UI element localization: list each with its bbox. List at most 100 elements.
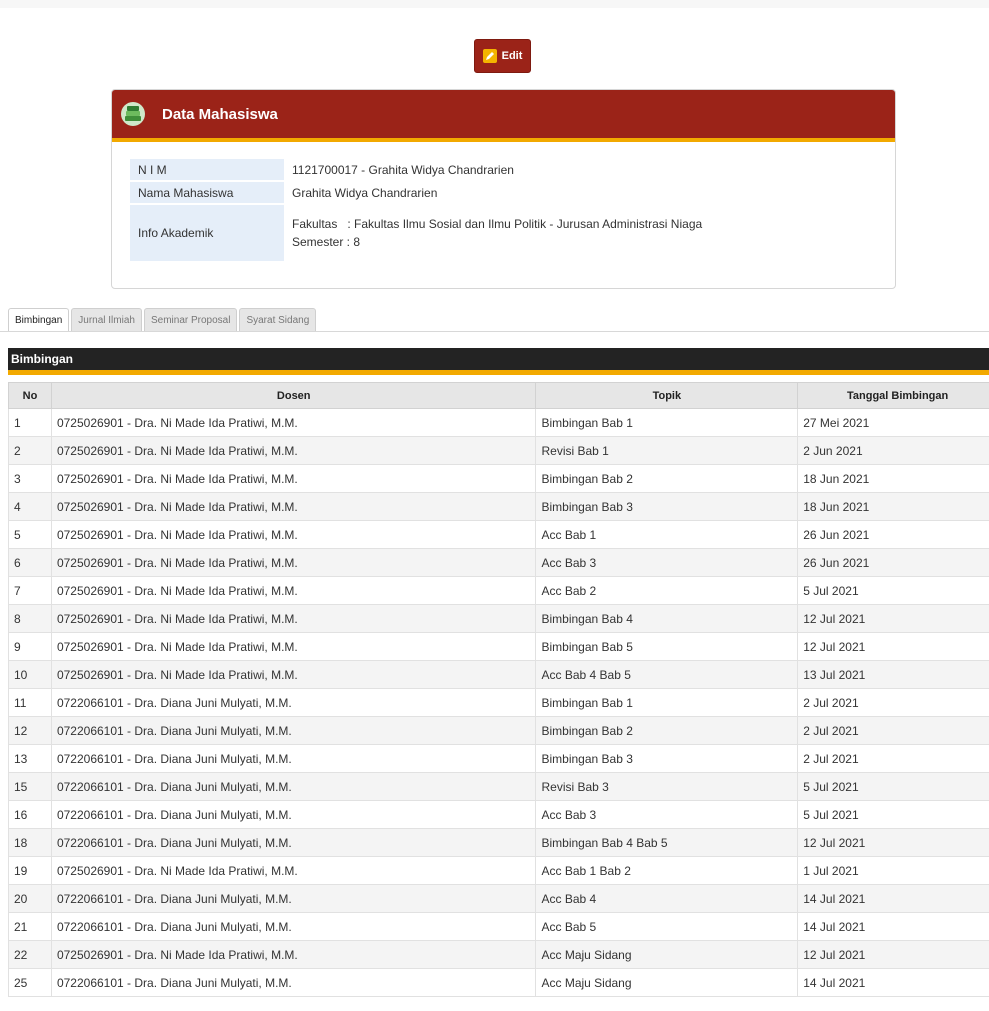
- cell-no: 18: [8, 828, 52, 857]
- tab-bimbingan[interactable]: Bimbingan: [8, 308, 70, 332]
- tab-jurnal-ilmiah[interactable]: Jurnal Ilmiah: [71, 308, 142, 332]
- cell-topik: Revisi Bab 1: [535, 436, 799, 465]
- cell-dosen: 0722066101 - Dra. Diana Juni Mulyati, M.…: [50, 968, 537, 997]
- edit-button-wrap: Edit: [0, 39, 989, 73]
- table-row: 2 0725026901 - Dra. Ni Made Ida Pratiwi, …: [8, 436, 989, 465]
- cell-dosen: 0725026901 - Dra. Ni Made Ida Pratiwi, M…: [50, 856, 537, 885]
- table-row: 12 0722066101 - Dra. Diana Juni Mulyati, …: [8, 716, 989, 745]
- cell-tanggal: 12 Jul 2021: [797, 604, 989, 633]
- cell-no: 20: [8, 884, 52, 913]
- cell-tanggal: 18 Jun 2021: [797, 492, 989, 521]
- cell-tanggal: 18 Jun 2021: [797, 464, 989, 493]
- cell-dosen: 0722066101 - Dra. Diana Juni Mulyati, M.…: [50, 828, 537, 857]
- panel-title: Data Mahasiswa: [162, 105, 278, 123]
- tabs-divider: [0, 331, 989, 332]
- cell-topik: Acc Bab 3: [535, 548, 799, 577]
- cell-topik: Acc Bab 3: [535, 800, 799, 829]
- edit-button-label: Edit: [501, 50, 523, 62]
- table-row: 22 0725026901 - Dra. Ni Made Ida Pratiwi,…: [8, 940, 989, 969]
- cell-tanggal: 5 Jul 2021: [797, 772, 989, 801]
- section-accent-bar: [8, 370, 989, 375]
- table-row: 19 0725026901 - Dra. Ni Made Ida Pratiwi,…: [8, 856, 989, 885]
- cell-tanggal: 12 Jul 2021: [797, 632, 989, 661]
- panel-header: Data Mahasiswa: [112, 90, 895, 142]
- cell-tanggal: 14 Jul 2021: [797, 968, 989, 997]
- edit-button[interactable]: Edit: [473, 39, 532, 73]
- student-data-panel: Data Mahasiswa N I M 1121700017 - Grahit…: [111, 89, 896, 289]
- cell-no: 12: [8, 716, 52, 745]
- fakultas-line: Fakultas : Fakultas Ilmu Sosial dan Ilmu…: [292, 217, 703, 231]
- cell-tanggal: 26 Jun 2021: [797, 520, 989, 549]
- cell-topik: Acc Bab 1 Bab 2: [535, 856, 799, 885]
- table-row: 11 0722066101 - Dra. Diana Juni Mulyati, …: [8, 688, 989, 717]
- cell-topik: Acc Bab 2: [535, 576, 799, 605]
- cell-dosen: 0722066101 - Dra. Diana Juni Mulyati, M.…: [50, 688, 537, 717]
- header-no: No: [8, 382, 52, 409]
- info-akademik-label: Info Akademik: [130, 205, 284, 261]
- cell-tanggal: 12 Jul 2021: [797, 828, 989, 857]
- cell-dosen: 0722066101 - Dra. Diana Juni Mulyati, M.…: [50, 772, 537, 801]
- cell-topik: Bimbingan Bab 2: [535, 716, 799, 745]
- header-dosen: Dosen: [50, 382, 537, 409]
- cell-topik: Acc Bab 5: [535, 912, 799, 941]
- cell-no: 19: [8, 856, 52, 885]
- cell-topik: Bimbingan Bab 1: [535, 408, 799, 437]
- cell-topik: Bimbingan Bab 4 Bab 5: [535, 828, 799, 857]
- cell-no: 8: [8, 604, 52, 633]
- cell-dosen: 0725026901 - Dra. Ni Made Ida Pratiwi, M…: [50, 576, 537, 605]
- cell-tanggal: 14 Jul 2021: [797, 884, 989, 913]
- cell-topik: Bimbingan Bab 4: [535, 604, 799, 633]
- student-info-table: N I M 1121700017 - Grahita Widya Chandra…: [130, 157, 710, 263]
- nim-label: N I M: [130, 159, 284, 180]
- table-row: 3 0725026901 - Dra. Ni Made Ida Pratiwi, …: [8, 464, 989, 493]
- cell-tanggal: 2 Jun 2021: [797, 436, 989, 465]
- header-topik: Topik: [535, 382, 799, 409]
- cell-topik: Bimbingan Bab 1: [535, 688, 799, 717]
- section-header: Bimbingan: [8, 348, 989, 370]
- table-row: 9 0725026901 - Dra. Ni Made Ida Pratiwi, …: [8, 632, 989, 661]
- table-header-row: No Dosen Topik Tanggal Bimbingan: [8, 382, 989, 409]
- tab-syarat-sidang[interactable]: Syarat Sidang: [239, 308, 317, 332]
- cell-tanggal: 5 Jul 2021: [797, 576, 989, 605]
- cell-tanggal: 26 Jun 2021: [797, 548, 989, 577]
- cell-dosen: 0725026901 - Dra. Ni Made Ida Pratiwi, M…: [50, 940, 537, 969]
- table-row: 16 0722066101 - Dra. Diana Juni Mulyati, …: [8, 800, 989, 829]
- cell-no: 25: [8, 968, 52, 997]
- table-row: 10 0725026901 - Dra. Ni Made Ida Pratiwi,…: [8, 660, 989, 689]
- pencil-icon: [482, 49, 497, 63]
- cell-no: 6: [8, 548, 52, 577]
- cell-no: 21: [8, 912, 52, 941]
- cell-tanggal: 12 Jul 2021: [797, 940, 989, 969]
- cell-topik: Acc Maju Sidang: [535, 968, 799, 997]
- cell-dosen: 0725026901 - Dra. Ni Made Ida Pratiwi, M…: [50, 464, 537, 493]
- cell-topik: Bimbingan Bab 3: [535, 744, 799, 773]
- cell-tanggal: 2 Jul 2021: [797, 744, 989, 773]
- cell-dosen: 0722066101 - Dra. Diana Juni Mulyati, M.…: [50, 744, 537, 773]
- cell-no: 4: [8, 492, 52, 521]
- cell-dosen: 0722066101 - Dra. Diana Juni Mulyati, M.…: [50, 884, 537, 913]
- tab-seminar-proposal[interactable]: Seminar Proposal: [143, 308, 238, 332]
- cell-topik: Acc Bab 4: [535, 884, 799, 913]
- cell-tanggal: 13 Jul 2021: [797, 660, 989, 689]
- cell-topik: Bimbingan Bab 5: [535, 632, 799, 661]
- cell-topik: Revisi Bab 3: [535, 772, 799, 801]
- table-row: 4 0725026901 - Dra. Ni Made Ida Pratiwi, …: [8, 492, 989, 521]
- bimbingan-table: No Dosen Topik Tanggal Bimbingan 1 072502…: [8, 382, 989, 997]
- nim-value: 1121700017 - Grahita Widya Chandrarien: [292, 162, 514, 177]
- cell-no: 2: [8, 436, 52, 465]
- cell-no: 3: [8, 464, 52, 493]
- table-row: 21 0722066101 - Dra. Diana Juni Mulyati, …: [8, 912, 989, 941]
- cell-dosen: 0722066101 - Dra. Diana Juni Mulyati, M.…: [50, 800, 537, 829]
- cell-no: 10: [8, 660, 52, 689]
- cell-dosen: 0725026901 - Dra. Ni Made Ida Pratiwi, M…: [50, 660, 537, 689]
- table-row: 20 0722066101 - Dra. Diana Juni Mulyati, …: [8, 884, 989, 913]
- cell-topik: Acc Bab 4 Bab 5: [535, 660, 799, 689]
- cell-tanggal: 27 Mei 2021: [797, 408, 989, 437]
- table-row: 13 0722066101 - Dra. Diana Juni Mulyati, …: [8, 744, 989, 773]
- cell-tanggal: 2 Jul 2021: [797, 716, 989, 745]
- cell-no: 9: [8, 632, 52, 661]
- cell-topik: Bimbingan Bab 2: [535, 464, 799, 493]
- cell-dosen: 0725026901 - Dra. Ni Made Ida Pratiwi, M…: [50, 408, 537, 437]
- cell-topik: Acc Bab 1: [535, 520, 799, 549]
- cell-dosen: 0725026901 - Dra. Ni Made Ida Pratiwi, M…: [50, 492, 537, 521]
